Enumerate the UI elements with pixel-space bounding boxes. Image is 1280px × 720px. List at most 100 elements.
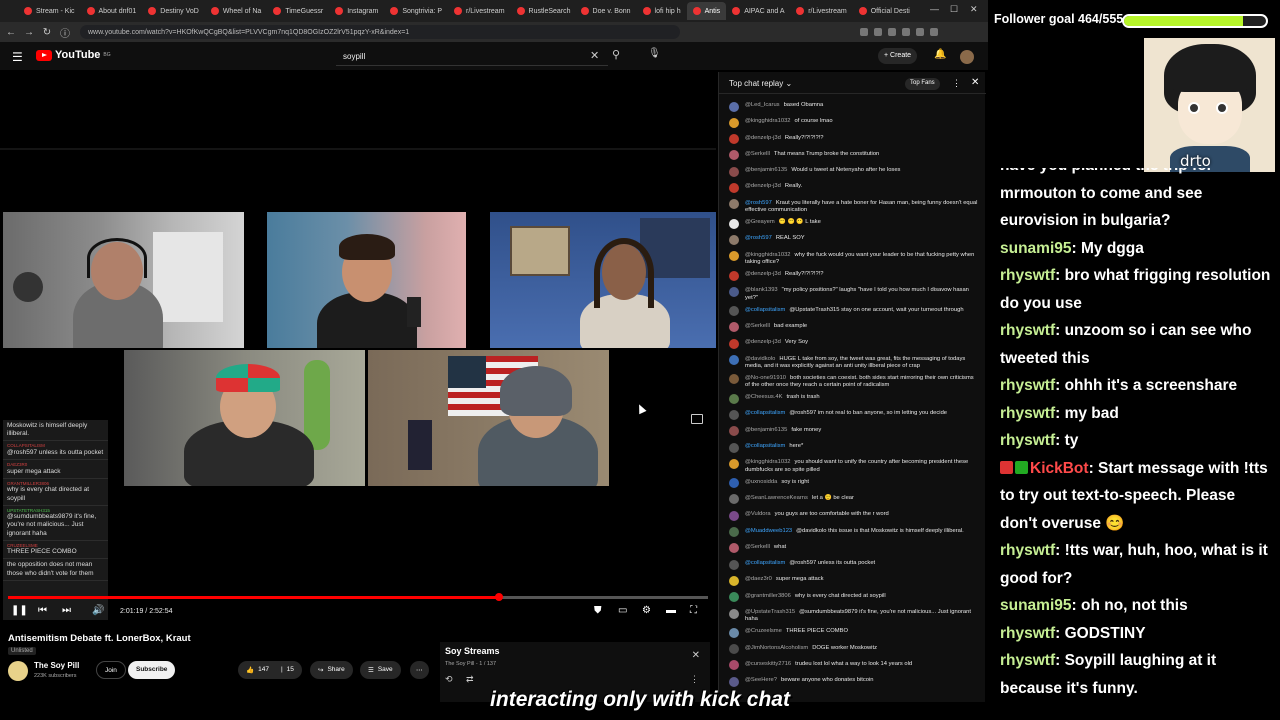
avatar[interactable] bbox=[960, 50, 974, 64]
avatar[interactable] bbox=[729, 306, 739, 317]
browser-tab[interactable]: About dnf01 bbox=[81, 2, 143, 20]
chat-message[interactable]: @denzelp-j3d Really. bbox=[719, 180, 986, 196]
avatar[interactable] bbox=[729, 355, 739, 365]
avatar[interactable] bbox=[729, 166, 739, 177]
chat-author[interactable]: @benjamin6135 bbox=[745, 167, 787, 173]
chat-message[interactable]: @kingghidra1032 of course lmao bbox=[719, 115, 986, 131]
avatar[interactable] bbox=[729, 234, 739, 245]
chat-author[interactable]: @Serkelll bbox=[745, 323, 770, 329]
chat-author[interactable]: @Cheesus.4K bbox=[745, 394, 782, 400]
chat-message[interactable]: @Cheesus.4K trash is trash bbox=[719, 391, 986, 407]
previous-icon[interactable]: ⏮ bbox=[38, 605, 47, 616]
chat-message[interactable]: @Cruzeelsme THREE PIECE COMBO bbox=[719, 625, 986, 641]
top-fans-button[interactable]: Top Fans bbox=[905, 78, 940, 90]
clear-search-icon[interactable]: ✕ bbox=[590, 49, 599, 62]
browser-tab[interactable]: Destiny VoD bbox=[142, 2, 205, 20]
close-window-icon[interactable]: ✕ bbox=[970, 4, 978, 15]
miniplayer-icon[interactable] bbox=[691, 414, 703, 424]
create-button[interactable]: + Create bbox=[878, 48, 918, 64]
channel-name[interactable]: The Soy Pill bbox=[34, 661, 79, 670]
browser-tab[interactable]: r/Livestream bbox=[448, 2, 511, 20]
avatar[interactable] bbox=[729, 426, 739, 437]
theater-mode-icon[interactable]: ▬ bbox=[666, 605, 676, 616]
site-info-icon[interactable]: ⓘ bbox=[58, 25, 72, 40]
subscribe-button[interactable]: Subscribe bbox=[128, 661, 176, 679]
avatar[interactable] bbox=[729, 543, 739, 554]
chat-message[interactable]: @JimNortonsAlcoholism DOGE worker Moskowi… bbox=[719, 642, 986, 658]
chat-message[interactable]: @collapsitalism here* bbox=[719, 440, 986, 456]
browser-tab[interactable]: r/Livestream bbox=[790, 2, 853, 20]
avatar[interactable] bbox=[729, 286, 739, 297]
avatar[interactable] bbox=[729, 117, 739, 128]
chat-message[interactable]: @Muaddweeb123 @davidkolo this issue is th… bbox=[719, 525, 986, 541]
chat-message[interactable]: @blank1393 "my policy positions?" laughs … bbox=[719, 284, 986, 303]
reload-icon[interactable]: ↻ bbox=[40, 27, 54, 38]
browser-tab[interactable]: lofi hip h bbox=[637, 2, 687, 20]
chat-author[interactable]: @Cruzeelsme bbox=[745, 628, 782, 634]
chat-message[interactable]: @Led_Icarus based Obamna bbox=[719, 99, 986, 115]
chat-message[interactable]: @denzelp-j3d Really?!?!?!?!? bbox=[719, 268, 986, 284]
chat-message[interactable]: @Greayem 😶 😶 😶 L take bbox=[719, 216, 986, 232]
extension-icon[interactable] bbox=[860, 28, 868, 36]
extension-icon[interactable] bbox=[930, 28, 938, 36]
chat-message[interactable]: @Serkelll what bbox=[719, 541, 986, 557]
channel-avatar[interactable] bbox=[8, 661, 28, 681]
chat-author[interactable]: @rosh597 bbox=[745, 200, 772, 206]
chat-author[interactable]: @Muaddweeb123 bbox=[745, 528, 792, 534]
chat-message[interactable]: @collapsitalism @UpstateTrash315 stay on … bbox=[719, 304, 986, 320]
avatar[interactable] bbox=[729, 478, 739, 489]
browser-tab[interactable]: Songtrivia: P bbox=[384, 2, 448, 20]
chat-message[interactable]: @No-one91910 both societies can coexist. … bbox=[719, 372, 986, 391]
chat-message[interactable]: @benjamin6135 fake money bbox=[719, 424, 986, 440]
menu-icon[interactable]: ☰ bbox=[12, 50, 23, 64]
chat-author[interactable]: @collapsitalism bbox=[745, 560, 785, 566]
extension-icon[interactable] bbox=[874, 28, 882, 36]
chat-author[interactable]: @collapsitalism bbox=[745, 410, 785, 416]
chat-author[interactable]: @UpstateTrash315 bbox=[745, 609, 795, 615]
avatar[interactable] bbox=[729, 218, 739, 229]
avatar[interactable] bbox=[729, 101, 739, 112]
playlist-title[interactable]: Soy Streams bbox=[445, 646, 500, 656]
browser-tab[interactable]: TimeGuessr bbox=[267, 2, 329, 20]
chat-author[interactable]: @SeanLawrenceKearns bbox=[745, 495, 808, 501]
volume-icon[interactable]: 🔊 bbox=[92, 605, 104, 616]
chat-author[interactable]: @davidkolo bbox=[745, 356, 775, 362]
avatar[interactable] bbox=[729, 660, 739, 671]
chat-author[interactable]: @curseskitty2716 bbox=[745, 661, 791, 667]
chat-message[interactable]: @curseskitty2716 trudeu lost lol what a w… bbox=[719, 658, 986, 674]
avatar[interactable] bbox=[729, 374, 739, 385]
chat-message[interactable]: @uxnosidda soy is right bbox=[719, 476, 986, 492]
avatar[interactable] bbox=[729, 592, 739, 603]
chat-author[interactable]: @kingghidra1032 bbox=[745, 118, 791, 124]
chat-author[interactable]: @kingghidra1032 bbox=[745, 252, 791, 258]
browser-tab[interactable]: AIPAC and A bbox=[726, 2, 790, 20]
chat-message[interactable]: @SeanLawrenceKearns let a 🙂 be clear bbox=[719, 492, 986, 508]
avatar[interactable] bbox=[729, 393, 739, 404]
browser-tab[interactable]: Doe v. Bonn bbox=[575, 2, 637, 20]
video-player[interactable]: Moskowitz is himself deeply illiberal. CO… bbox=[0, 70, 716, 628]
close-chat-icon[interactable]: ✕ bbox=[971, 77, 979, 88]
playlist-more-icon[interactable]: ⋮ bbox=[690, 674, 699, 685]
search-icon[interactable]: ⚲ bbox=[612, 48, 620, 61]
chat-author[interactable]: @Greayem bbox=[745, 219, 775, 225]
chat-message[interactable]: @kingghidra1032 why the fuck would you wa… bbox=[719, 249, 986, 268]
chat-more-icon[interactable]: ⋮ bbox=[952, 78, 961, 89]
avatar[interactable] bbox=[729, 322, 739, 333]
avatar[interactable] bbox=[729, 510, 739, 521]
sponsorblock-icon[interactable]: ⛊ bbox=[594, 605, 602, 616]
next-icon[interactable]: ⏭ bbox=[62, 605, 71, 616]
chat-message[interactable]: @denzelp-j3d Very Soy bbox=[719, 336, 986, 352]
browser-tab[interactable]: Stream - Kic bbox=[18, 2, 81, 20]
settings-gear-icon[interactable]: ⚙ bbox=[642, 605, 651, 616]
pause-icon[interactable]: ❚❚ bbox=[11, 605, 28, 616]
chat-message[interactable]: @kingghidra1032 you should want to unify … bbox=[719, 456, 986, 475]
avatar[interactable] bbox=[729, 676, 739, 687]
avatar[interactable] bbox=[729, 442, 739, 453]
chat-author[interactable]: @JimNortonsAlcoholism bbox=[745, 645, 808, 651]
avatar[interactable] bbox=[729, 527, 739, 538]
chat-message[interactable]: @denzelp-j3d Really?!?!?!?!? bbox=[719, 132, 986, 148]
notifications-bell-icon[interactable]: 🔔 bbox=[934, 49, 946, 60]
chat-author[interactable]: @Led_Icarus bbox=[745, 102, 780, 108]
avatar[interactable] bbox=[729, 608, 739, 619]
chat-author[interactable]: @SeeHere? bbox=[745, 677, 777, 683]
